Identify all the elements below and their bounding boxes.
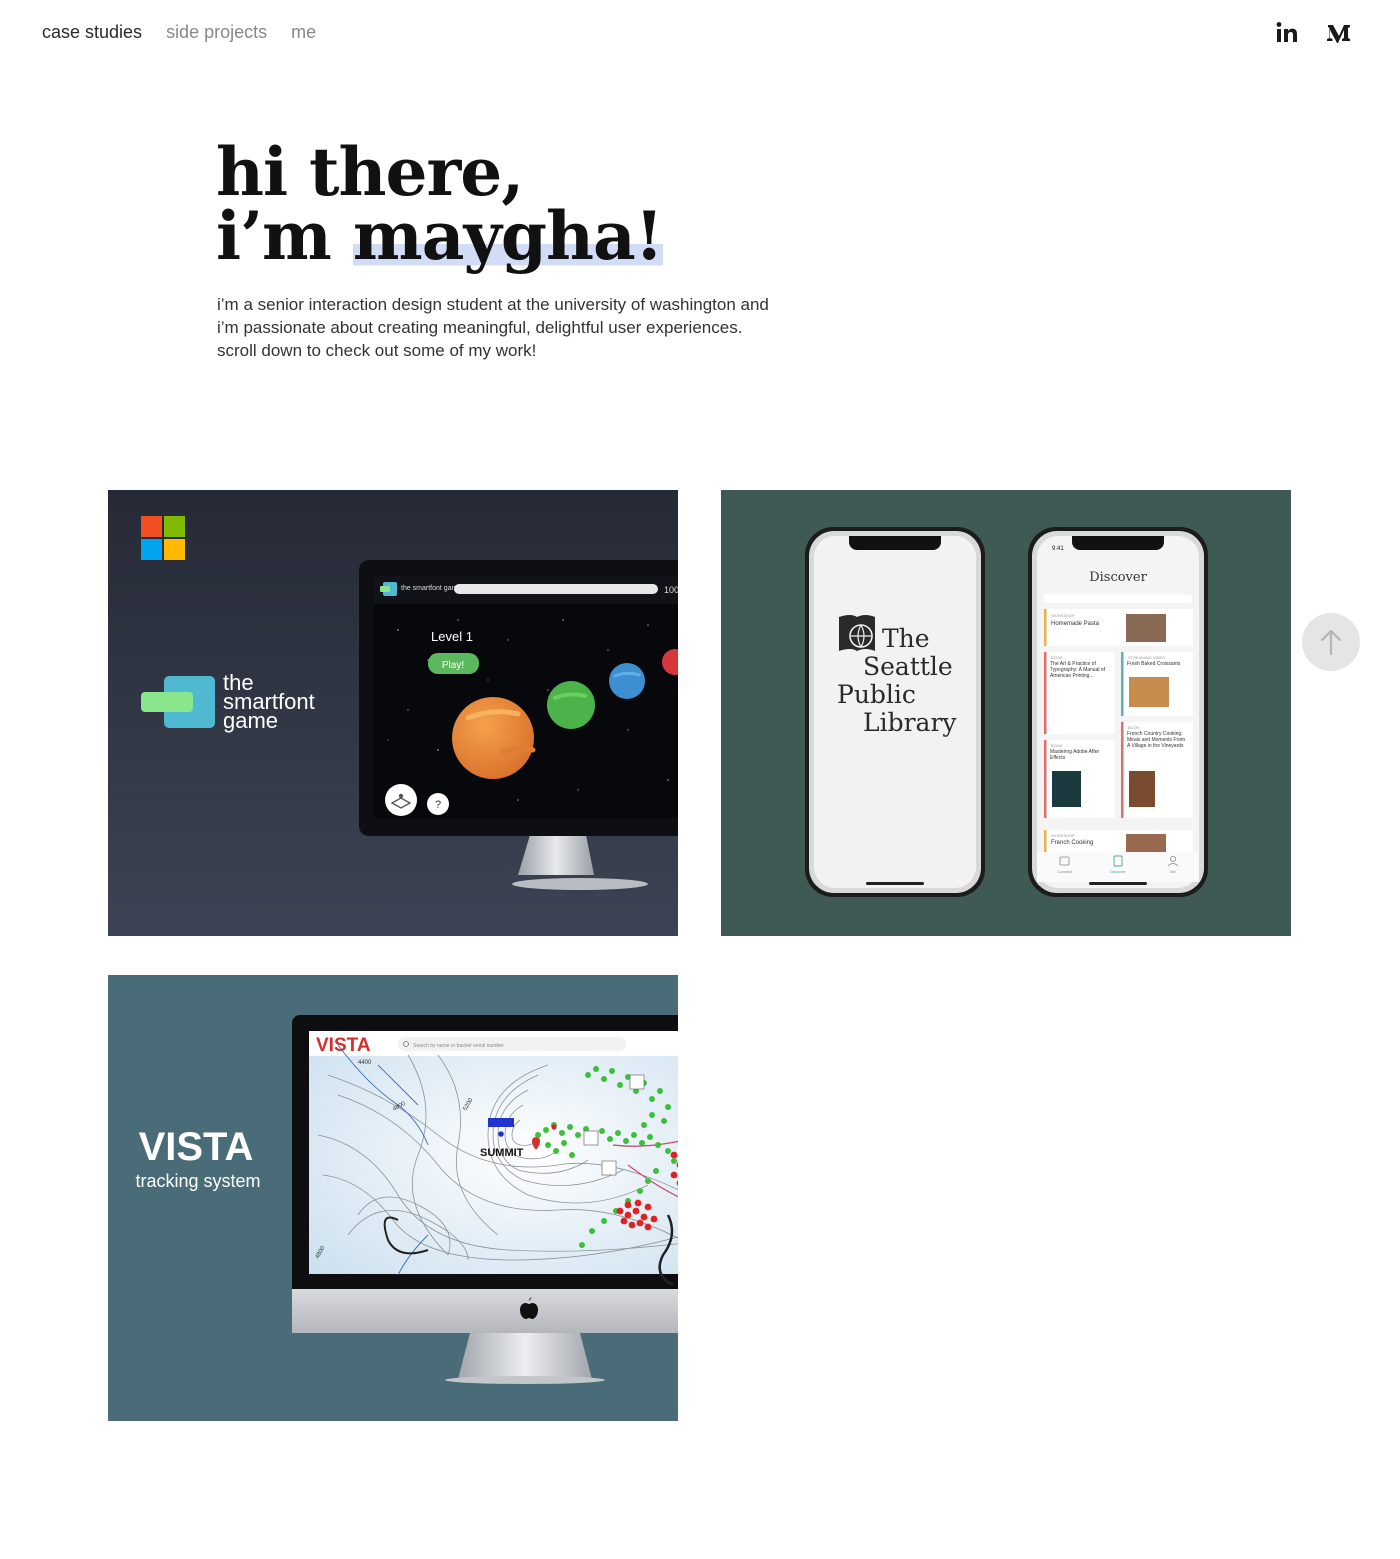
card-tag: BOOK bbox=[1051, 743, 1063, 748]
social-links bbox=[1274, 20, 1352, 46]
status-time: 9:41 bbox=[1052, 546, 1064, 552]
hero-line-2-prefix: i’m bbox=[216, 197, 353, 275]
card-title: Homemade Pasta bbox=[1051, 621, 1100, 627]
card-tag: WORKSHOP bbox=[1051, 613, 1075, 618]
project-card-vista[interactable]: VISTA tracking system VISTA Search by na… bbox=[108, 975, 678, 1421]
discover-title: Discover bbox=[1089, 570, 1147, 585]
summit-label: SUMMIT bbox=[480, 1147, 524, 1159]
library-logo-line-3: Public bbox=[837, 680, 916, 709]
progress-bar bbox=[454, 584, 658, 594]
vista-artwork: VISTA tracking system VISTA Search by na… bbox=[108, 975, 678, 1421]
user-marker[interactable] bbox=[488, 1118, 514, 1127]
card-tag: WORKSHOP bbox=[1051, 833, 1075, 838]
play-label: Play! bbox=[442, 660, 464, 671]
tab-connect[interactable]: Connect bbox=[1058, 869, 1074, 874]
library-logo-line-2: Seattle bbox=[863, 652, 953, 681]
phone-discover: 9:41 Discover WORKSHOP Homemade Pasta BO… bbox=[1028, 527, 1208, 897]
level-text: Level 1 bbox=[431, 629, 473, 644]
intro-line-2: i’m passionate about creating meaningful… bbox=[217, 318, 743, 337]
intro-text: i’m a senior interaction design student … bbox=[217, 293, 857, 362]
library-logo-line-1: The bbox=[882, 624, 930, 653]
progress-text: 100 bbox=[664, 585, 678, 595]
arrow-up-icon bbox=[1320, 629, 1342, 656]
hero-name-highlight: maygha! bbox=[352, 197, 664, 275]
intro-line-3: scroll down to check out some of my work… bbox=[217, 341, 537, 360]
card-title: French Cooking bbox=[1051, 840, 1093, 846]
controller-button[interactable] bbox=[385, 784, 417, 816]
library-logo-line-4: Library bbox=[863, 708, 957, 737]
card-title: The Art & Practice of Typography: A Manu… bbox=[1050, 661, 1106, 679]
discover-search[interactable] bbox=[1044, 594, 1192, 603]
hero-heading: hi there, i’m maygha! bbox=[216, 139, 664, 275]
screen-logo: the smartfont game bbox=[401, 585, 461, 592]
medium-icon[interactable] bbox=[1326, 20, 1352, 46]
chairlift-icon[interactable] bbox=[629, 1074, 645, 1090]
project-card-library[interactable]: The Seattle Public Library 9:41 Discover… bbox=[721, 490, 1291, 936]
phone-splash: The Seattle Public Library bbox=[805, 527, 985, 897]
chairlift-icon[interactable] bbox=[601, 1160, 617, 1176]
card-title: Fresh Baked Croissants bbox=[1127, 661, 1181, 667]
map-search-placeholder: Search by name or tracker serial number bbox=[413, 1043, 504, 1049]
tab-me[interactable]: Me bbox=[1170, 869, 1176, 874]
planet-orange bbox=[452, 697, 534, 779]
imac: VISTA Search by name or tracker serial n… bbox=[292, 1015, 678, 1384]
chairlift-icon[interactable] bbox=[583, 1130, 599, 1146]
elevation-label: 4400 bbox=[358, 1060, 372, 1066]
hero: hi there, i’m maygha! bbox=[216, 139, 664, 275]
card-title: French Country Cooking: Meals and Moment… bbox=[1127, 731, 1186, 749]
card-tag: BOOK bbox=[1051, 655, 1063, 660]
card-title: Mastering Adobe After Effects bbox=[1050, 749, 1100, 761]
intro-line-1: i’m a senior interaction design student … bbox=[217, 295, 769, 314]
linkedin-icon[interactable] bbox=[1274, 20, 1300, 46]
smartfont-artwork: the smartfont game the smartfont game 10… bbox=[108, 490, 678, 936]
vista-tagline: tracking system bbox=[135, 1171, 260, 1191]
planet-blue bbox=[609, 663, 645, 699]
scroll-to-top-button[interactable] bbox=[1302, 613, 1360, 671]
nav-case-studies[interactable]: case studies bbox=[42, 22, 142, 43]
library-artwork: The Seattle Public Library 9:41 Discover… bbox=[721, 490, 1291, 936]
screen-logo: VISTA bbox=[316, 1035, 371, 1056]
smartfont-brand-line-3: game bbox=[223, 708, 278, 733]
vista-brand: VISTA bbox=[139, 1125, 254, 1169]
planet-green bbox=[547, 681, 595, 729]
card-tag: STREAMING VIDEO bbox=[1128, 655, 1165, 660]
nav-me[interactable]: me bbox=[291, 22, 316, 43]
project-card-smartfont[interactable]: the smartfont game the smartfont game 10… bbox=[108, 490, 678, 936]
card-tag: BOOK bbox=[1128, 725, 1140, 730]
nav-side-projects[interactable]: side projects bbox=[166, 22, 267, 43]
main-nav: case studies side projects me bbox=[42, 22, 316, 43]
help-label: ? bbox=[435, 799, 441, 811]
tab-discover[interactable]: Discover bbox=[1110, 869, 1126, 874]
